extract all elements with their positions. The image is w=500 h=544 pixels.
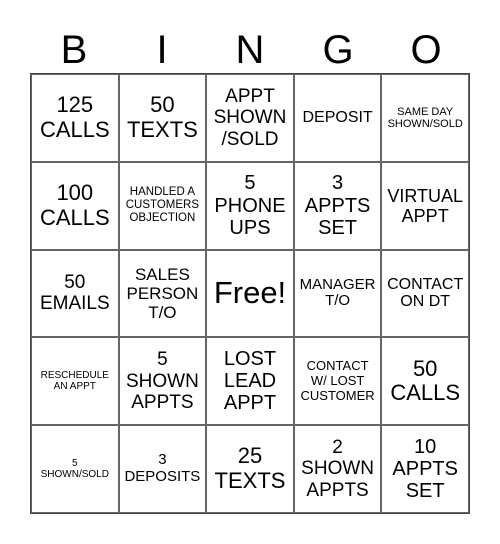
bingo-cell[interactable]: 5 PHONE UPS (206, 161, 294, 250)
bingo-card-grid: 125 CALLS 50 TEXTS APPT SHOWN /SOLD DEPO… (30, 73, 470, 514)
header-letter-i: I (156, 28, 168, 72)
bingo-cell[interactable]: LOST LEAD APPT (206, 337, 294, 426)
bingo-cell[interactable]: 50 TEXTS (118, 74, 207, 162)
bingo-cell[interactable]: RESCHEDULE AN APPT (31, 337, 119, 426)
bingo-cell[interactable]: CONTACT W/ LOST CUSTOMER (293, 337, 382, 426)
bingo-cell[interactable]: 25 TEXTS (206, 425, 294, 513)
header-letter-n: N (235, 28, 265, 72)
bingo-cell[interactable]: 3 APPTS SET (293, 161, 382, 250)
bingo-cell[interactable]: 50 EMAILS (31, 249, 119, 338)
bingo-cell[interactable]: 3 DEPOSITS (118, 425, 207, 513)
free-space-cell[interactable]: Free! (206, 249, 294, 338)
bingo-cell[interactable]: 125 CALLS (31, 74, 119, 162)
bingo-cell[interactable]: CONTACT ON DT (381, 249, 469, 338)
bingo-cell[interactable]: 2 SHOWN APPTS (293, 425, 382, 513)
bingo-cell[interactable]: 5 SHOWN/SOLD (31, 425, 119, 513)
bingo-cell[interactable]: 5 SHOWN APPTS (118, 337, 207, 426)
bingo-cell[interactable]: DEPOSIT (293, 74, 382, 162)
header-letter-o: O (410, 28, 442, 72)
bingo-header: B I N G O (30, 26, 470, 74)
bingo-cell[interactable]: MANAGER T/O (293, 249, 382, 338)
bingo-cell[interactable]: VIRTUAL APPT (381, 161, 469, 250)
header-letter-b: B (60, 28, 88, 72)
bingo-cell[interactable]: 10 APPTS SET (381, 425, 469, 513)
bingo-cell[interactable]: SAME DAY SHOWN/SOLD (381, 74, 469, 162)
header-letter-g: G (322, 28, 354, 72)
bingo-cell[interactable]: SALES PERSON T/O (118, 249, 207, 338)
bingo-cell[interactable]: 100 CALLS (31, 161, 119, 250)
bingo-cell[interactable]: 50 CALLS (381, 337, 469, 426)
bingo-cell[interactable]: HANDLED A CUSTOMERS OBJECTION (118, 161, 207, 250)
bingo-cell[interactable]: APPT SHOWN /SOLD (206, 74, 294, 162)
